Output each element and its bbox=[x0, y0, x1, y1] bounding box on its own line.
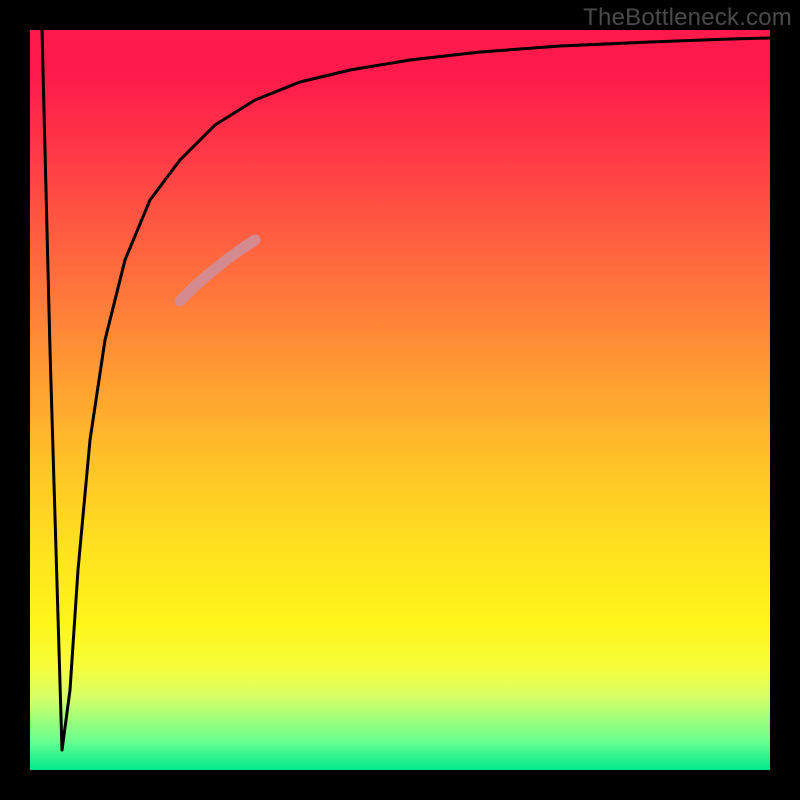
plot-area bbox=[30, 30, 770, 770]
highlight-segment bbox=[180, 240, 255, 301]
bottleneck-curve bbox=[42, 30, 770, 750]
curve-layer bbox=[30, 30, 770, 770]
attribution-label: TheBottleneck.com bbox=[583, 4, 792, 32]
chart-frame: TheBottleneck.com bbox=[0, 0, 800, 800]
